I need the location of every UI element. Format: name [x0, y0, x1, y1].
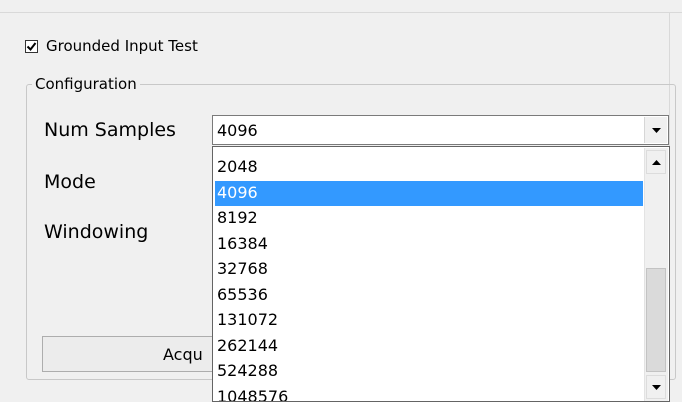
dropdown-option[interactable]: 4096	[215, 180, 643, 206]
windowing-label: Windowing	[44, 221, 149, 243]
mode-label: Mode	[44, 171, 96, 193]
dropdown-scrollbar[interactable]	[644, 148, 668, 401]
num-samples-value: 4096	[217, 121, 258, 140]
dialog-window: Grounded Input Test Configuration Num Sa…	[0, 0, 682, 402]
scroll-thumb[interactable]	[646, 268, 666, 372]
acquire-button[interactable]: Acqu	[42, 336, 217, 372]
configuration-title: Configuration	[32, 75, 140, 93]
dropdown-option[interactable]: 524288	[215, 359, 643, 385]
options-list: 2048 4096 8192 16384 32768 65536 131072 262144 5…	[215, 155, 643, 402]
chevron-up-icon	[651, 159, 661, 165]
scroll-up-button[interactable]	[646, 150, 666, 174]
dropdown-option[interactable]: 8192	[215, 206, 643, 232]
scroll-down-button[interactable]	[646, 375, 666, 399]
dropdown-option[interactable]: 16384	[215, 232, 643, 258]
num-samples-label: Num Samples	[44, 119, 176, 141]
acquire-button-label: Acqu	[163, 345, 203, 364]
top-divider	[0, 12, 682, 13]
grounded-input-test-row[interactable]: Grounded Input Test	[25, 37, 198, 55]
num-samples-dropdown-list[interactable]: 2048 4096 8192 16384 32768 65536 131072 262144 5…	[212, 146, 670, 402]
dropdown-option[interactable]: 2048	[215, 155, 643, 181]
grounded-input-test-checkbox[interactable]	[25, 39, 38, 53]
dropdown-option[interactable]: 131072	[215, 308, 643, 334]
chevron-down-icon	[651, 127, 661, 133]
dropdown-option[interactable]: 1048576	[215, 385, 643, 402]
dropdown-option[interactable]: 262144	[215, 334, 643, 360]
num-samples-dropdown-button[interactable]	[644, 117, 667, 143]
chevron-down-icon	[651, 384, 661, 390]
check-icon	[26, 41, 37, 51]
dropdown-option[interactable]: 65536	[215, 283, 643, 309]
dropdown-option[interactable]: 32768	[215, 257, 643, 283]
num-samples-combobox[interactable]: 4096	[212, 115, 669, 145]
grounded-input-test-label: Grounded Input Test	[46, 37, 198, 55]
